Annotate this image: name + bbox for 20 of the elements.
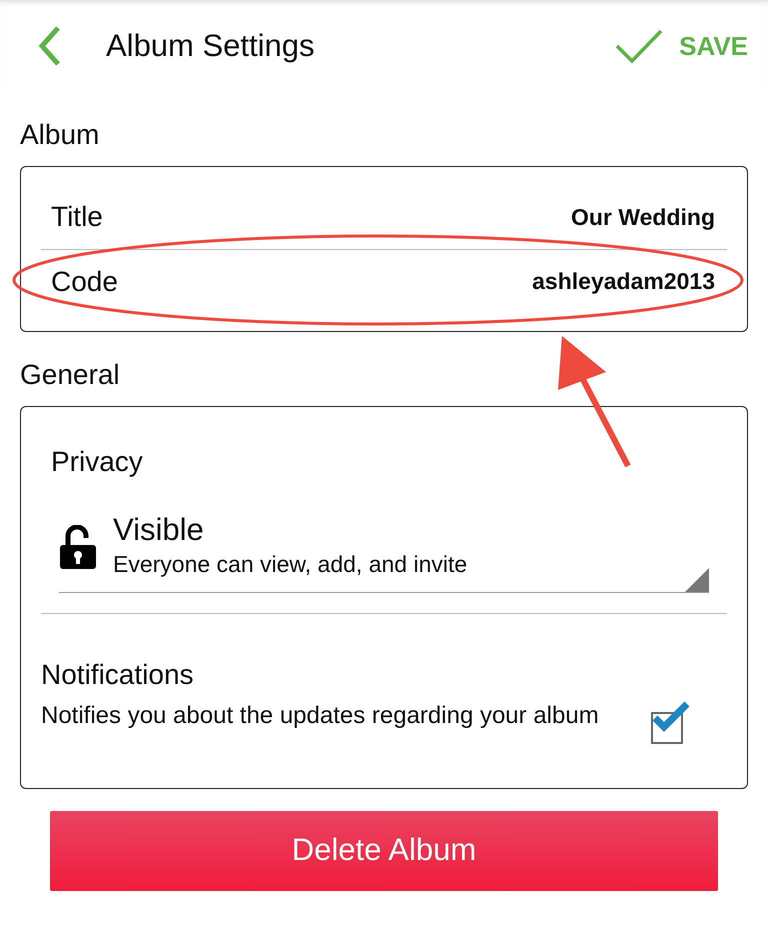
field-value: Our Wedding [571,202,715,232]
checkmark-icon [615,28,664,64]
field-label: Code [51,264,118,298]
notifications-description: Notifies you about the updates regarding your album [41,700,600,731]
checkmark-icon [651,700,691,734]
privacy-dropdown[interactable]: Visible Everyone can view, add, and invite [59,513,709,593]
field-label: Privacy [51,446,143,477]
save-button[interactable]: SAVE [615,26,748,66]
field-label: Title [51,200,103,234]
section-label: General [20,358,121,392]
screen-title: Album Settings [106,26,314,65]
padlock-icon [59,525,97,570]
field-value: ashleyadam2013 [532,267,715,296]
delete-album-button[interactable]: Delete Album [50,810,718,891]
notifications-label: Notifications [41,658,195,692]
dropdown-corner-icon [685,568,709,592]
privacy-value: Visible [113,513,205,548]
back-button[interactable] [38,25,62,67]
privacy-description: Everyone can view, add, and invite [113,550,468,580]
section-label: Album [20,118,100,152]
